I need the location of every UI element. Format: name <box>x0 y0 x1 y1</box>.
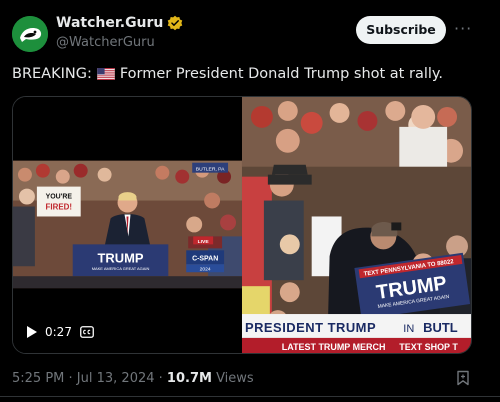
tweet-prefix: BREAKING: <box>12 66 92 82</box>
video-player[interactable]: YOU'RE FIRED! BUTLER, PA TRUMP MAKE AMER… <box>12 96 472 354</box>
tweet-time[interactable]: 5:25 PM <box>12 371 64 386</box>
avatar[interactable] <box>12 16 48 52</box>
svg-text:TRUMP: TRUMP <box>98 250 144 265</box>
svg-text:TEXT SHOP T: TEXT SHOP T <box>399 342 458 352</box>
author-display-name[interactable]: Watcher.Guru <box>56 15 163 31</box>
video-frame: YOU'RE FIRED! BUTLER, PA TRUMP MAKE AMER… <box>13 97 471 353</box>
views-label: Views <box>216 371 254 386</box>
meta-separator: · <box>154 371 167 386</box>
tweet-text: BREAKING: Former President Donald Trump … <box>12 66 443 82</box>
tweet-date[interactable]: Jul 13, 2024 <box>77 371 155 386</box>
more-options-icon[interactable]: ··· <box>454 19 472 38</box>
svg-text:PRESIDENT TRUMP: PRESIDENT TRUMP <box>245 320 376 335</box>
svg-text:2024: 2024 <box>200 267 211 273</box>
divider <box>0 396 500 397</box>
bookmark-icon[interactable] <box>455 370 471 386</box>
video-duration: 0:27 <box>45 325 72 339</box>
orca-logo-icon <box>12 16 48 52</box>
verified-badge-icon <box>168 15 183 31</box>
video-controls[interactable]: 0:27 <box>27 325 94 339</box>
svg-text:LIVE: LIVE <box>198 239 210 245</box>
author-handle[interactable]: @WatcherGuru <box>56 35 155 50</box>
svg-text:LATEST TRUMP MERCH: LATEST TRUMP MERCH <box>282 342 386 352</box>
svg-text:MAKE AMERICA GREAT AGAIN: MAKE AMERICA GREAT AGAIN <box>92 266 150 271</box>
tweet-body: Former President Donald Trump shot at ra… <box>119 66 444 82</box>
views-count: 10.7M <box>166 371 212 386</box>
meta-separator: · <box>64 371 77 386</box>
tweet-metadata: 5:25 PM · Jul 13, 2024 · 10.7M Views <box>12 371 254 386</box>
us-flag-icon <box>97 68 115 80</box>
svg-text:FIRED!: FIRED! <box>46 203 73 212</box>
svg-text:BUTL: BUTL <box>423 320 458 335</box>
captions-icon[interactable] <box>80 326 94 338</box>
svg-text:C-SPAN: C-SPAN <box>192 255 218 262</box>
svg-text:IN: IN <box>403 323 414 335</box>
right-video-scene: TEXT PENNSYLVANIA TO 88022 TRUMP MAKE AM… <box>241 97 471 353</box>
svg-text:YOU'RE: YOU'RE <box>46 194 73 201</box>
left-video-scene: YOU'RE FIRED! BUTLER, PA TRUMP MAKE AMER… <box>13 160 242 289</box>
svg-text:BUTLER, PA: BUTLER, PA <box>196 167 225 173</box>
play-icon[interactable] <box>27 326 37 338</box>
author-name-row[interactable]: Watcher.Guru <box>56 15 183 31</box>
subscribe-button[interactable]: Subscribe <box>356 16 446 44</box>
